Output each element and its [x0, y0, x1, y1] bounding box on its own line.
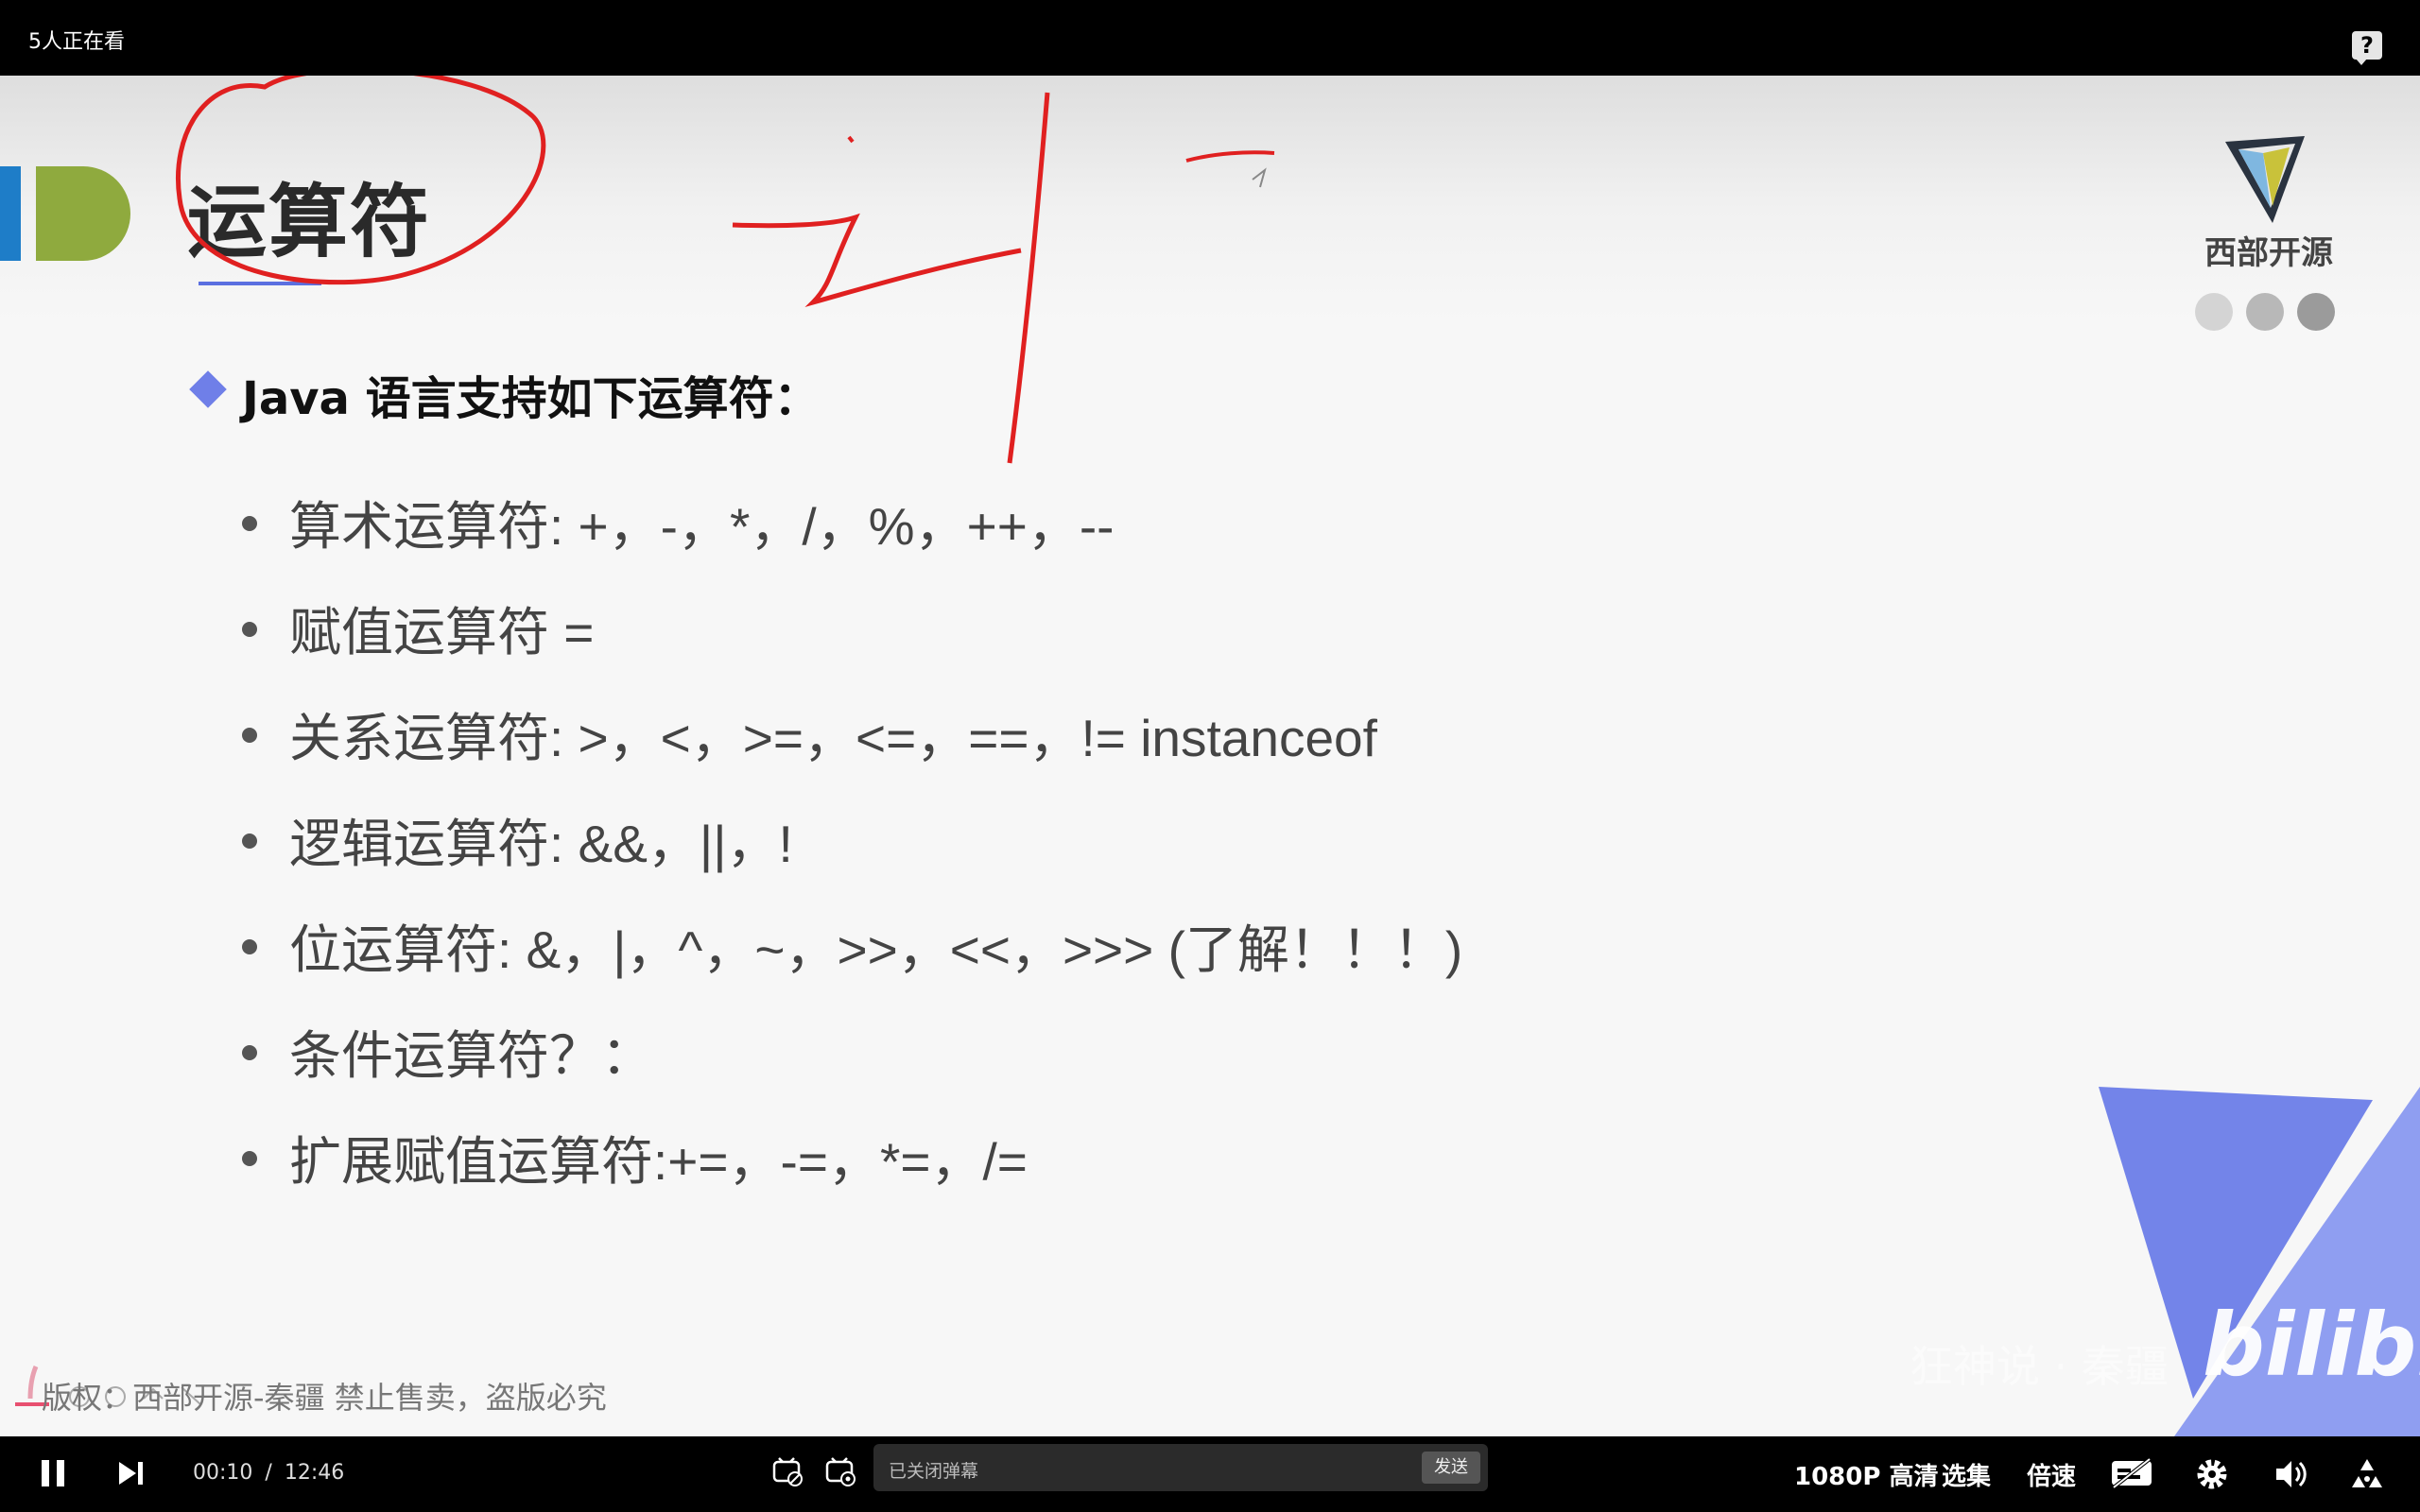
- help-icon[interactable]: ?: [2352, 31, 2382, 65]
- subtitle-icon[interactable]: [2110, 1457, 2153, 1489]
- player-controls: 00:10 / 12:46 已关闭弹幕 发送 1080P 高清 选集 倍速: [0, 1436, 2420, 1512]
- video-frame[interactable]: 运算符 西部开源 Java 语言支持如下运算符： 算术运算符: +，-，*，/，…: [0, 76, 2420, 1436]
- danmaku-toggle-icon[interactable]: [771, 1455, 804, 1487]
- speed-button[interactable]: 倍速: [2027, 1457, 2076, 1492]
- danmaku-placeholder: 已关闭弹幕: [889, 1461, 979, 1482]
- settings-gear-icon[interactable]: [2195, 1457, 2229, 1491]
- volume-icon[interactable]: [2273, 1457, 2308, 1491]
- playback-time: 00:10 / 12:46: [193, 1461, 344, 1485]
- send-button[interactable]: 发送: [1422, 1452, 1480, 1484]
- bili-overlay-caption: 狂神说 · 秦疆: [1910, 1341, 2169, 1392]
- episodes-button[interactable]: 选集: [1942, 1457, 1991, 1492]
- fullscreen-icon[interactable]: [2348, 1455, 2386, 1493]
- duration: 12:46: [284, 1461, 345, 1485]
- bilibili-logo: bilibili: [2203, 1295, 2420, 1396]
- current-time: 00:10: [193, 1461, 253, 1485]
- top-bar: 5人正在看 ?: [0, 0, 2420, 76]
- quality-button[interactable]: 1080P 高清: [1794, 1457, 1938, 1492]
- danmaku-input[interactable]: 已关闭弹幕 发送: [873, 1444, 1488, 1491]
- copyright-watermark: 版权：西部开源-秦疆 禁止售卖，盗版必究: [42, 1380, 607, 1416]
- next-icon[interactable]: [115, 1459, 146, 1487]
- time-separator: /: [265, 1461, 272, 1485]
- viewer-count: 5人正在看: [28, 30, 125, 54]
- danmaku-settings-icon[interactable]: [824, 1455, 856, 1487]
- pause-icon[interactable]: [38, 1457, 68, 1489]
- pen-annotation: [176, 76, 1275, 464]
